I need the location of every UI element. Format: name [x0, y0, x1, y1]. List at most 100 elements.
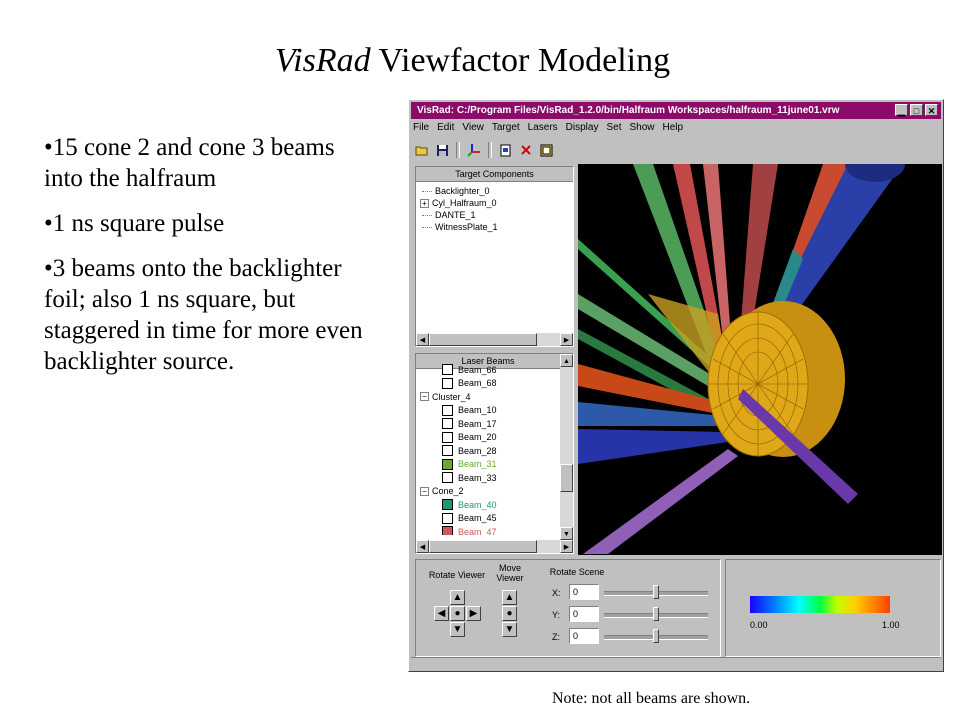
beam-row[interactable]: Beam_47 [420, 525, 573, 535]
rotate-down-arrow-icon[interactable]: ▼ [450, 622, 465, 637]
move-forward-arrow-icon[interactable]: ▲ [502, 590, 517, 605]
beam-row[interactable]: Beam_68 [420, 377, 573, 391]
3d-viewport[interactable] [578, 164, 942, 555]
x-rotation-slider-knob[interactable] [653, 585, 659, 599]
beams-hscroll-thumb[interactable] [429, 540, 537, 553]
collapse-icon[interactable]: − [420, 392, 429, 402]
beam-label: Beam_28 [458, 445, 497, 456]
status-bar [411, 657, 941, 669]
menu-bar: File Edit View Target Lasers Display Set… [413, 121, 683, 135]
window-controls: ▁ □ ✕ [895, 104, 938, 116]
move-back-arrow-icon[interactable]: ▼ [502, 622, 517, 637]
scroll-left-icon[interactable]: ◀ [416, 333, 429, 346]
bullet-item: •15 cone 2 and cone 3 beams into the hal… [44, 134, 335, 192]
beams-vscrollbar[interactable]: ▲ ▼ [560, 354, 573, 540]
maximize-button[interactable]: □ [910, 104, 923, 116]
z-rotation-slider-knob[interactable] [653, 629, 659, 643]
menu-display[interactable]: Display [566, 121, 599, 135]
beam-row[interactable]: Beam_66 [420, 363, 573, 377]
scroll-right-icon[interactable]: ▶ [560, 540, 573, 553]
x-rotation-input[interactable]: 0 [569, 584, 599, 600]
menu-show[interactable]: Show [629, 121, 654, 135]
beam-checkbox[interactable] [442, 431, 453, 443]
beams-hscrollbar[interactable]: ◀ ▶ [416, 540, 573, 553]
beam-row[interactable]: Beam_10 [420, 404, 573, 418]
beam-label: Beam_10 [458, 405, 497, 416]
menu-target[interactable]: Target [492, 121, 520, 135]
beam-checkbox[interactable] [442, 404, 453, 416]
beam-row[interactable]: Beam_28 [420, 444, 573, 458]
beam-checkbox[interactable] [442, 499, 453, 511]
beam-checkbox[interactable] [442, 377, 453, 389]
beam-cone [583, 449, 738, 554]
open-folder-icon[interactable] [413, 141, 431, 159]
target-item[interactable]: + Cyl_Halfraum_0 [420, 197, 573, 209]
scroll-right-icon[interactable]: ▶ [560, 333, 573, 346]
target-item[interactable]: WitnessPlate_1 [420, 221, 573, 233]
menu-edit[interactable]: Edit [437, 121, 454, 135]
report-icon[interactable] [537, 141, 555, 159]
beam-label: Beam_20 [458, 432, 497, 443]
beams-vscroll-thumb[interactable] [560, 464, 573, 492]
collapse-icon[interactable]: − [420, 486, 429, 496]
beam-label: Beam_17 [458, 418, 497, 429]
save-disk-icon[interactable] [433, 141, 451, 159]
target-item-label: WitnessPlate_1 [435, 222, 498, 232]
beam-row[interactable]: Beam_33 [420, 471, 573, 485]
minimize-button[interactable]: ▁ [895, 104, 908, 116]
new-doc-icon[interactable] [497, 141, 515, 159]
rotate-scene-label: Rotate Scene [549, 567, 605, 577]
target-hscroll-thumb[interactable] [429, 333, 537, 346]
menu-set[interactable]: Set [606, 121, 621, 135]
x-axis-label: X: [552, 588, 561, 598]
title-rest: Viewfactor Modeling [370, 42, 671, 79]
rotate-viewer-label: Rotate Viewer [428, 570, 486, 580]
menu-file[interactable]: File [413, 121, 429, 135]
scroll-up-icon[interactable]: ▲ [560, 354, 573, 367]
target-hscrollbar[interactable]: ◀ ▶ [416, 333, 573, 346]
beam-checkbox[interactable] [442, 418, 453, 430]
menu-lasers[interactable]: Lasers [528, 121, 558, 135]
beam-label: Beam_31 [458, 459, 497, 470]
beam-checkbox[interactable] [442, 526, 453, 535]
beam-row[interactable]: Beam_31 [420, 458, 573, 472]
window-titlebar[interactable]: VisRad: C:/Program Files/VisRad_1.2.0/bi… [411, 102, 941, 119]
colorbar-panel: 0.00 1.00 [725, 559, 941, 657]
toolbar-separator [488, 142, 492, 158]
target-item[interactable]: DANTE_1 [420, 209, 573, 221]
beam-group-row[interactable]: − Cone_2 [420, 485, 573, 499]
rotate-center-icon[interactable]: ● [450, 606, 465, 621]
close-button[interactable]: ✕ [925, 104, 938, 116]
z-rotation-input[interactable]: 0 [569, 628, 599, 644]
scroll-left-icon[interactable]: ◀ [416, 540, 429, 553]
rotate-left-arrow-icon[interactable]: ◀ [434, 606, 449, 621]
beam-checkbox[interactable] [442, 472, 453, 484]
move-center-icon[interactable]: ● [502, 606, 517, 621]
beam-checkbox[interactable] [442, 512, 453, 524]
rotate-right-arrow-icon[interactable]: ▶ [466, 606, 481, 621]
beam-label: Beam_33 [458, 472, 497, 483]
target-item[interactable]: Backlighter_0 [420, 185, 573, 197]
beam-checkbox[interactable] [442, 364, 453, 376]
y-rotation-slider-knob[interactable] [653, 607, 659, 621]
menu-help[interactable]: Help [663, 121, 684, 135]
expand-icon[interactable]: + [420, 198, 429, 208]
beam-row[interactable]: Beam_40 [420, 498, 573, 512]
y-rotation-input[interactable]: 0 [569, 606, 599, 622]
y-axis-label: Y: [552, 610, 561, 620]
beam-row[interactable]: Beam_20 [420, 431, 573, 445]
beam-checkbox[interactable] [442, 458, 453, 470]
delete-x-icon[interactable] [517, 141, 535, 159]
beam-group-row[interactable]: − Cluster_4 [420, 390, 573, 404]
rotate-up-arrow-icon[interactable]: ▲ [450, 590, 465, 605]
beam-tree: Beam_66 Beam_68− Cluster_4 Beam_10 Beam_17 Be… [416, 363, 573, 535]
bullet-item: •1 ns square pulse [44, 210, 225, 237]
beam-cone [773, 164, 903, 324]
tree-connector [422, 190, 432, 192]
menu-view[interactable]: View [462, 121, 484, 135]
axes-icon[interactable] [465, 141, 483, 159]
scroll-down-icon[interactable]: ▼ [560, 527, 573, 540]
beam-row[interactable]: Beam_45 [420, 512, 573, 526]
beam-checkbox[interactable] [442, 445, 453, 457]
beam-row[interactable]: Beam_17 [420, 417, 573, 431]
